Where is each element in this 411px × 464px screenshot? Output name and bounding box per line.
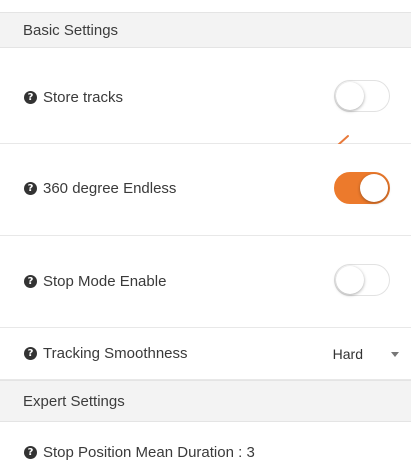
tracking-smoothness-row: ? Tracking Smoothness Hard xyxy=(0,328,411,380)
expert-settings-title: Expert Settings xyxy=(23,392,125,410)
help-icon[interactable]: ? xyxy=(24,347,37,360)
store-tracks-toggle[interactable] xyxy=(334,80,390,112)
tracking-smoothness-value: Hard xyxy=(332,346,363,362)
stop-mode-label-wrap: ? Stop Mode Enable xyxy=(24,273,166,290)
toggle-knob xyxy=(360,174,388,202)
stop-mode-row: ? Stop Mode Enable xyxy=(0,236,411,328)
store-tracks-row: ? Store tracks xyxy=(0,48,411,144)
stop-position-duration-label-wrap: ? Stop Position Mean Duration : 3 xyxy=(24,444,255,461)
toggle-knob xyxy=(336,82,364,110)
stop-position-duration-row: ? Stop Position Mean Duration : 3 xyxy=(0,422,411,464)
help-icon[interactable]: ? xyxy=(24,182,37,195)
tracking-smoothness-label-wrap: ? Tracking Smoothness xyxy=(24,345,188,362)
stop-position-duration-label: Stop Position Mean Duration : 3 xyxy=(43,444,255,461)
help-icon[interactable]: ? xyxy=(24,275,37,288)
basic-settings-title: Basic Settings xyxy=(23,21,119,39)
endless-360-label: 360 degree Endless xyxy=(43,180,177,197)
caret-down-icon xyxy=(391,351,399,357)
tracking-smoothness-label: Tracking Smoothness xyxy=(43,345,188,362)
tracking-smoothness-select[interactable]: Hard xyxy=(333,346,399,362)
basic-settings-header: Basic Settings xyxy=(0,12,411,48)
endless-360-row: ? 360 degree Endless xyxy=(0,144,411,236)
toggle-knob xyxy=(336,266,364,294)
store-tracks-label-wrap: ? Store tracks xyxy=(24,89,123,106)
help-icon[interactable]: ? xyxy=(24,91,37,104)
help-icon[interactable]: ? xyxy=(24,446,37,459)
expert-settings-header: Expert Settings xyxy=(0,380,411,422)
stop-mode-label: Stop Mode Enable xyxy=(43,273,167,290)
endless-360-toggle[interactable] xyxy=(334,172,390,204)
endless-360-label-wrap: ? 360 degree Endless xyxy=(24,180,176,197)
store-tracks-label: Store tracks xyxy=(43,89,124,106)
stop-mode-toggle[interactable] xyxy=(334,264,390,296)
